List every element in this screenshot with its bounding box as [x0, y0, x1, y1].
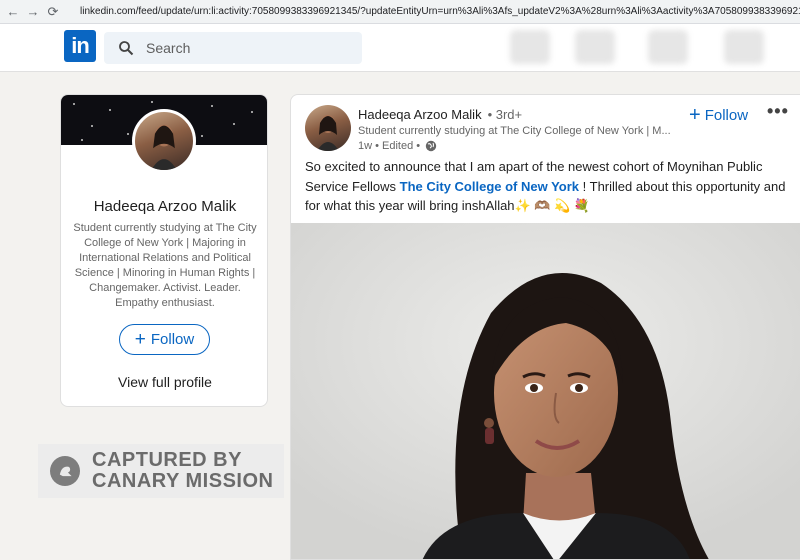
mention-link[interactable]: The City College of New York	[400, 179, 579, 194]
post-follow-label: Follow	[704, 106, 749, 124]
post-meta: 1w • Edited •	[358, 140, 437, 152]
profile-name[interactable]: Hadeeqa Arzoo Malik	[61, 198, 267, 215]
follow-label: Follow	[150, 331, 195, 348]
watermark: CAPTURED BY CANARY MISSION	[38, 444, 284, 498]
post-card: Hadeeqa Arzoo Malik • 3rd+ Student curren…	[290, 94, 800, 560]
nav-icon-blurred[interactable]	[575, 30, 615, 64]
watermark-line-1: CAPTURED BY	[92, 449, 242, 471]
post-author-text: Hadeeqa Arzoo Malik	[358, 107, 482, 122]
profile-card: Hadeeqa Arzoo Malik Student currently st…	[60, 94, 268, 407]
search-input[interactable]: Search	[104, 32, 362, 64]
globe-icon	[425, 140, 437, 152]
search-placeholder: Search	[146, 40, 191, 56]
post-author-name[interactable]: Hadeeqa Arzoo Malik • 3rd+	[358, 107, 522, 122]
plus-icon: +	[134, 329, 146, 350]
linkedin-logo[interactable]: in	[64, 30, 96, 62]
follow-button[interactable]: + Follow	[119, 324, 210, 355]
linkedin-header: in Search	[0, 24, 800, 72]
more-options-icon[interactable]: •••	[767, 101, 789, 122]
view-full-profile-link[interactable]: View full profile	[61, 374, 267, 390]
post-follow-button[interactable]: + Follow	[689, 105, 748, 125]
avatar[interactable]	[132, 109, 196, 173]
browser-toolbar: ← → ⟳ linkedin.com/feed/update/urn:li:ac…	[0, 0, 800, 24]
back-arrow-icon[interactable]: ←	[4, 3, 22, 21]
connection-degree: • 3rd+	[487, 107, 523, 122]
forward-arrow-icon[interactable]: →	[24, 3, 42, 21]
plus-icon: +	[689, 104, 701, 126]
post-text: So excited to announce that I am apart o…	[305, 157, 795, 216]
post-author-avatar[interactable]	[305, 105, 351, 151]
nav-icon-blurred[interactable]	[648, 30, 688, 64]
search-icon	[119, 41, 134, 56]
watermark-line-2: CANARY MISSION	[92, 470, 274, 492]
address-bar[interactable]: linkedin.com/feed/update/urn:li:activity…	[74, 3, 800, 21]
post-author-headline: Student currently studying at The City C…	[358, 125, 671, 137]
portrait-photo	[291, 223, 800, 559]
url-text: linkedin.com/feed/update/urn:li:activity…	[80, 6, 800, 17]
nav-icon-blurred[interactable]	[510, 30, 550, 64]
post-timestamp: 1w • Edited •	[358, 140, 421, 152]
canary-bird-icon	[50, 456, 80, 486]
nav-icon-blurred[interactable]	[724, 30, 764, 64]
profile-headline: Student currently studying at The City C…	[73, 222, 257, 309]
reload-icon[interactable]: ⟳	[44, 3, 62, 21]
post-image[interactable]	[291, 223, 800, 559]
